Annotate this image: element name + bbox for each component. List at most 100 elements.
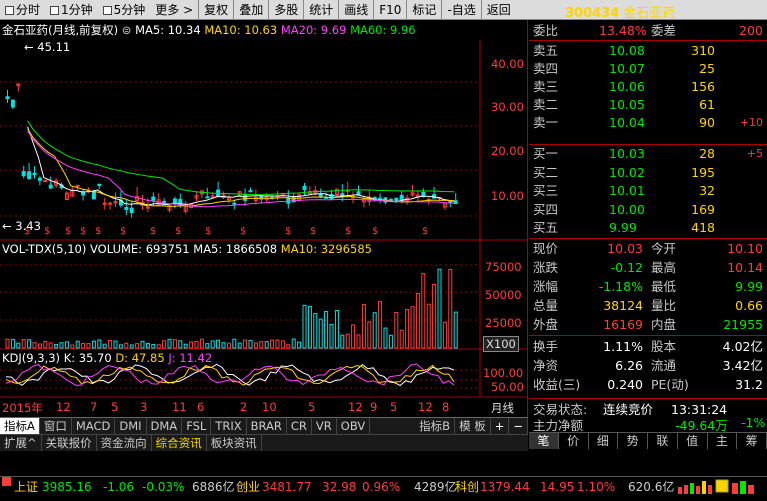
detail-tab[interactable]: 势 <box>618 433 648 449</box>
volume-bar <box>307 305 312 349</box>
stats-button[interactable]: 统计 <box>303 0 338 20</box>
price-tick-20: 20.00 <box>491 144 524 158</box>
info-tab[interactable]: 扩展^ <box>0 435 42 451</box>
mark-button[interactable]: 标记 <box>406 0 441 20</box>
volume-bar <box>5 338 10 349</box>
stat-value: 10.14 <box>727 260 763 275</box>
bid-row[interactable]: 买三 10.01 32 <box>529 182 767 200</box>
ask-price: 10.04 <box>609 115 645 130</box>
bid-label: 买二 <box>533 164 559 180</box>
indicator-tab[interactable]: DMI <box>115 418 147 434</box>
x-axis-label: 11 <box>172 400 187 414</box>
detail-tab[interactable]: 细 <box>589 433 619 449</box>
ask-row[interactable]: 卖四 10.07 25 <box>529 60 767 78</box>
indicator-tab[interactable]: DMA <box>147 418 183 434</box>
signal-marker: $ <box>310 226 316 237</box>
x-axis-label: 10 <box>262 400 277 414</box>
add-tab-button[interactable]: + <box>491 418 510 434</box>
signal-marker: $ <box>80 226 86 237</box>
indicator-tab[interactable]: MACD <box>72 418 116 434</box>
bid-row[interactable]: 买二 10.02 195 <box>529 164 767 182</box>
kdj-tick-100: 100.00 <box>483 366 524 380</box>
bid-volume: 32 <box>699 183 715 198</box>
indicator-tab[interactable]: CR <box>287 418 312 434</box>
info-tab[interactable]: 板块资讯 <box>207 435 262 451</box>
indicator-tab[interactable]: 模 板 <box>455 418 491 434</box>
kc-name[interactable]: 科创 <box>455 477 479 497</box>
stat-value: -1.18% <box>598 279 643 294</box>
main-chart-header: 金石亚药(月线,前复权) ⊜ MA5: 10.34 MA10: 10.63 MA… <box>2 22 416 38</box>
candle-body <box>37 177 42 181</box>
detail-tab[interactable]: 主 <box>708 433 738 449</box>
volume-bar <box>178 340 183 349</box>
kdj-line <box>5 363 455 387</box>
draw-line-button[interactable]: 画线 <box>338 0 373 20</box>
ask-row[interactable]: 卖二 10.05 61 <box>529 96 767 114</box>
signal-marker: $ <box>372 226 378 237</box>
x-axis-label: 8 <box>442 400 450 414</box>
bid-volume: 195 <box>691 164 715 180</box>
volume-bar <box>54 343 59 349</box>
cy-name[interactable]: 创业 <box>236 477 260 497</box>
ask-volume: 25 <box>699 61 715 76</box>
detail-tab[interactable]: 筹 <box>737 433 767 449</box>
remove-watchlist-button[interactable]: -自选 <box>441 0 480 20</box>
bid-row[interactable]: 买一 10.03 28 +5 <box>529 145 767 163</box>
more-button[interactable]: 更多 > <box>150 0 198 20</box>
info-tab[interactable]: 资金流向 <box>97 435 152 451</box>
stat-label: 内盘 <box>651 317 677 332</box>
minus-tab-button[interactable]: − <box>509 418 528 434</box>
tab-5min[interactable]: 5分钟 <box>98 0 151 20</box>
multi-stock-button[interactable]: 多股 <box>268 0 303 20</box>
info-tab[interactable]: 关联报价 <box>42 435 97 451</box>
indicator-tab[interactable]: BRAR <box>247 418 287 434</box>
info-tab[interactable]: 综合资讯 <box>152 435 207 451</box>
volume-bar <box>437 268 442 349</box>
indicator-tab[interactable]: 指标A <box>0 418 40 434</box>
back-button[interactable]: 返回 <box>480 0 516 20</box>
kdj-d: D: 47.85 <box>115 351 165 365</box>
ask-row[interactable]: 卖三 10.06 156 <box>529 78 767 96</box>
tab-intraday[interactable]: 分时 <box>0 0 45 20</box>
bid-price: 9.99 <box>609 220 637 235</box>
chart-pane[interactable]: $ $ $ $ $ $ $ $ $ $ $ $ $ $ $ 金石亚药(月线,前复权) ⊜ MA5: 10.3… <box>0 20 528 418</box>
ask-row[interactable]: 卖五 10.08 310 <box>529 42 767 60</box>
overlay-button[interactable]: 叠加 <box>233 0 268 20</box>
candle-body <box>248 190 253 193</box>
bid-label: 买三 <box>533 183 559 198</box>
indicator-tab[interactable]: 指标B <box>415 418 456 434</box>
bid-row[interactable]: 买五 9.99 418 <box>529 219 767 237</box>
low-price-mark: ← 3.43 <box>2 219 41 233</box>
stat-label: 外盘 <box>533 317 559 332</box>
adjust-button[interactable]: 复权 <box>198 0 233 20</box>
tab-1min[interactable]: 1分钟 <box>45 0 98 20</box>
detail-tab[interactable]: 联 <box>648 433 678 449</box>
stat-label: 最高 <box>651 260 677 275</box>
volume-bar <box>232 338 237 349</box>
vol-title: VOL-TDX(5,10) <box>2 242 87 256</box>
settings-icon[interactable]: ⊜ <box>122 23 132 37</box>
candle-body <box>453 200 458 204</box>
sh-name[interactable]: 上证 <box>14 477 38 497</box>
indicator-tab[interactable]: OBV <box>337 418 371 434</box>
period-label[interactable]: 月线 <box>491 400 514 416</box>
ask-row[interactable]: 卖一 10.04 90 +10 <box>529 114 767 132</box>
fund-label: PE(动) <box>651 377 689 392</box>
detail-tab[interactable]: 笔 <box>529 433 559 449</box>
detail-tab[interactable]: 价 <box>559 433 589 449</box>
ask-volume: 90 <box>699 115 715 130</box>
f10-button[interactable]: F10 <box>373 0 406 20</box>
cy-change: 32.98 <box>322 480 357 494</box>
vol-tick-75000: 75000 <box>485 260 522 274</box>
detail-tab[interactable]: 值 <box>678 433 708 449</box>
indicator-tab[interactable]: VR <box>312 418 337 434</box>
volume-bar <box>86 343 91 349</box>
volume-bar <box>113 340 118 349</box>
bid-row[interactable]: 买四 10.00 169 <box>529 201 767 219</box>
volume-bar <box>167 338 172 349</box>
price-tick-10: 10.00 <box>491 189 524 203</box>
indicator-tab[interactable]: TRIX <box>211 418 247 434</box>
volume-bar <box>129 344 134 349</box>
indicator-tab[interactable]: FSL <box>182 418 212 434</box>
indicator-tab[interactable]: 窗口 <box>40 418 72 434</box>
